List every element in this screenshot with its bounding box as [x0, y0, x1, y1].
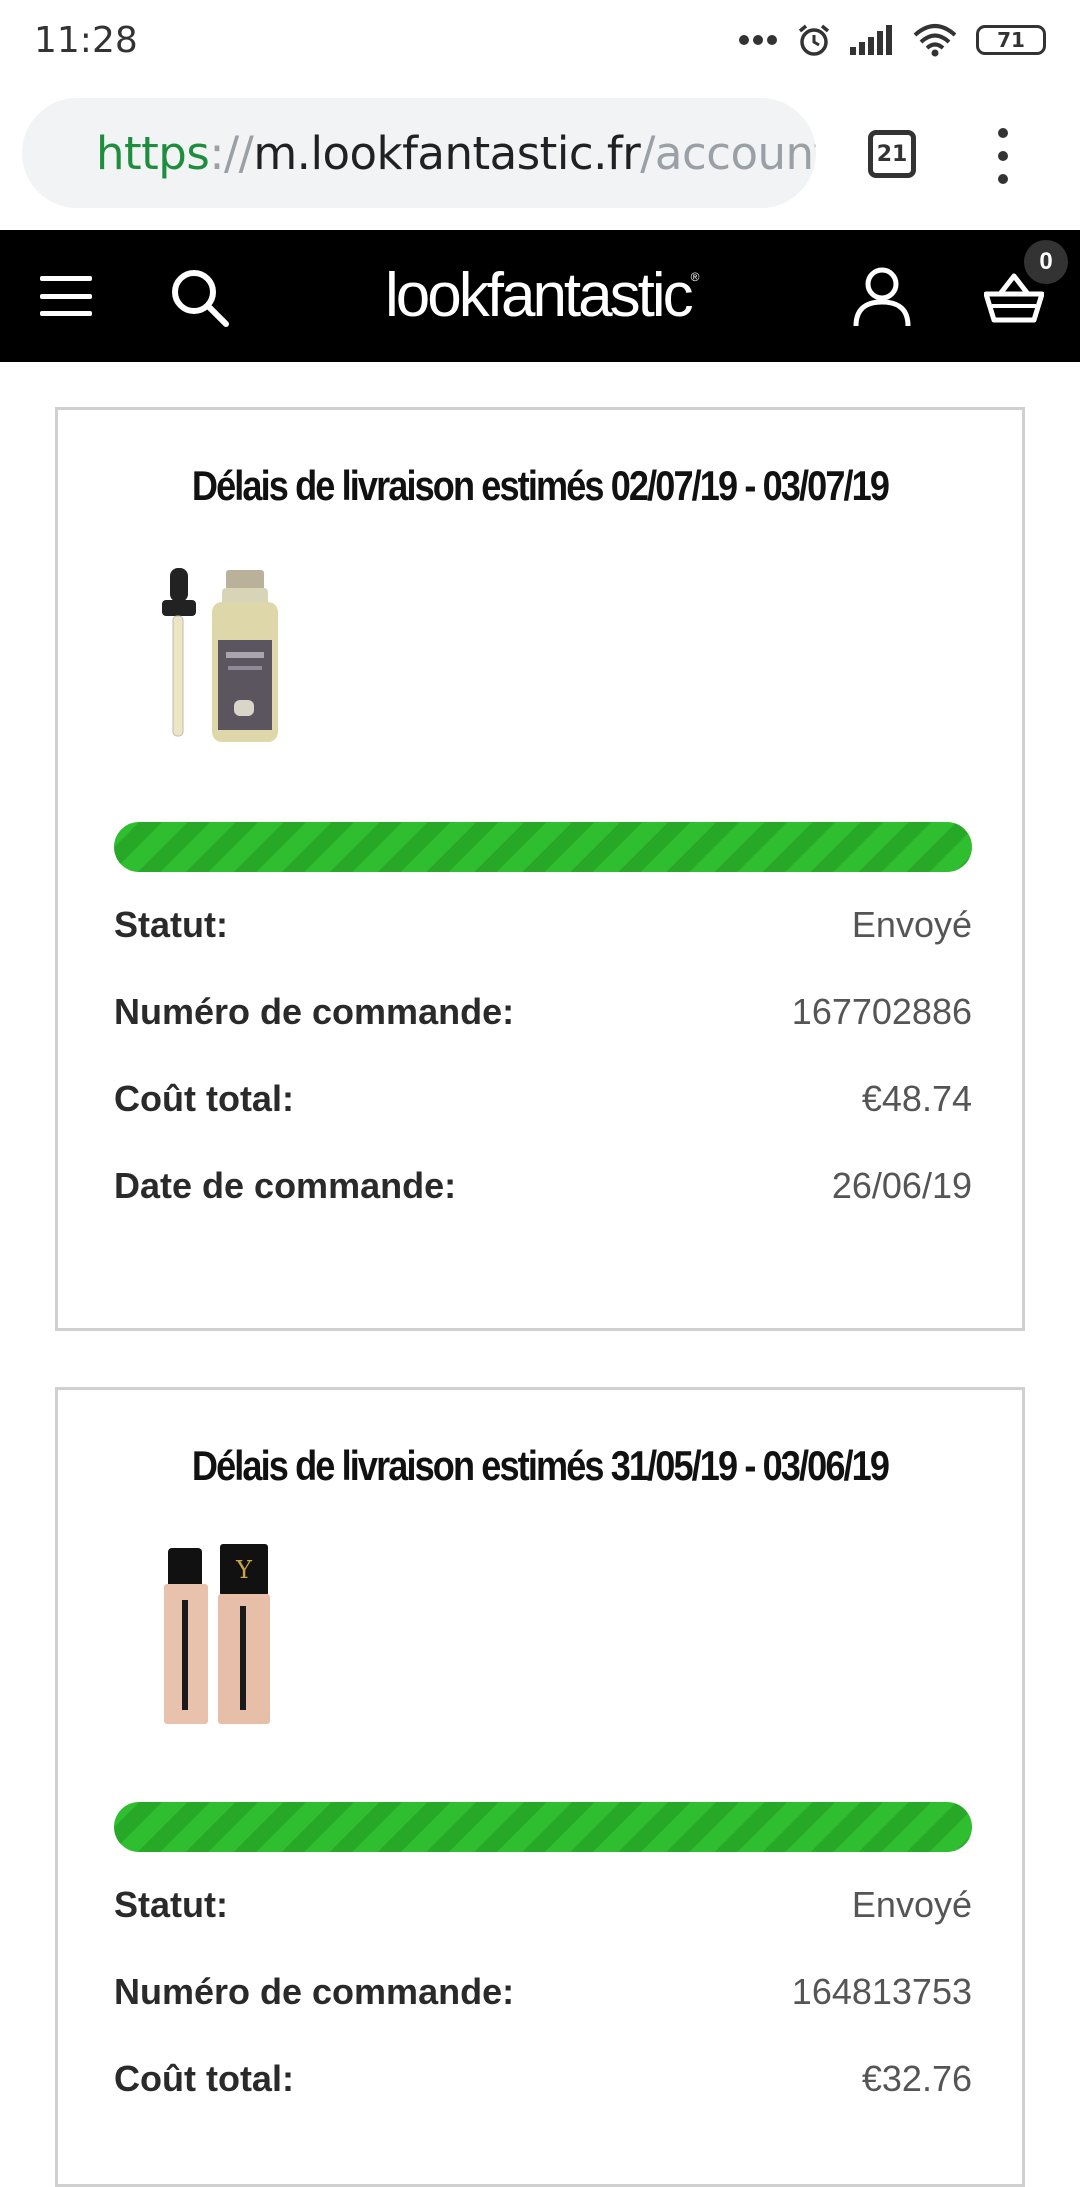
order-number-value: 164813753: [791, 1971, 972, 2012]
browser-menu-button[interactable]: [990, 128, 1016, 184]
order-date-value: 26/06/19: [831, 1165, 972, 1206]
order-number-label: Numéro de commande:: [114, 1971, 515, 2012]
url-text: https://m.lookfantastic.fr/account: [96, 127, 816, 180]
battery-level: 71: [997, 28, 1025, 52]
order-row-date: Date de commande: 26/06/19: [114, 1159, 972, 1213]
menu-icon[interactable]: [40, 276, 92, 316]
order-number-label: Numéro de commande:: [114, 991, 515, 1032]
order-row-number: Numéro de commande: 167702886: [114, 985, 972, 1039]
url-scheme: https: [96, 126, 210, 180]
tab-switcher-button[interactable]: 21: [868, 130, 916, 178]
alarm-icon: [798, 24, 830, 56]
order-row-status: Statut: Envoyé: [114, 898, 972, 952]
product-image-foundation-bottles[interactable]: Y: [148, 1540, 298, 1730]
url-host: m.lookfantastic.fr: [253, 126, 641, 180]
order-row-number: Numéro de commande: 164813753: [114, 1965, 972, 2019]
status-value: Envoyé: [851, 1884, 972, 1925]
search-icon[interactable]: [168, 266, 232, 330]
order-row-status: Statut: Envoyé: [114, 1878, 972, 1932]
status-label: Statut:: [114, 1884, 228, 1925]
delivery-estimate-title: Délais de livraison estimés 31/05/19 - 0…: [191, 1442, 890, 1489]
status-icons: 71: [738, 22, 1046, 58]
registered-mark: ®: [690, 270, 700, 284]
basket-count-badge: 0: [1024, 240, 1068, 284]
total-cost-label: Coût total:: [114, 2058, 294, 2099]
kebab-dot: [998, 174, 1008, 184]
svg-text:Y: Y: [235, 1556, 253, 1584]
order-card: Délais de livraison estimés 31/05/19 - 0…: [55, 1387, 1025, 2187]
status-bar: 11:28 71: [0, 0, 1080, 80]
kebab-dot: [998, 151, 1008, 161]
order-date-label: Date de commande:: [114, 1165, 457, 1206]
order-number-value: 167702886: [791, 991, 972, 1032]
order-card: Délais de livraison estimés 02/07/19 - 0…: [55, 407, 1025, 1331]
site-logo[interactable]: lookfantastic®: [385, 260, 700, 331]
status-label: Statut:: [114, 904, 228, 945]
signal-icon: [850, 25, 892, 55]
status-time: 11:28: [34, 19, 138, 61]
site-header: lookfantastic® 0: [0, 230, 1080, 362]
delivery-estimate-title: Délais de livraison estimés 02/07/19 - 0…: [191, 462, 890, 509]
kebab-dot: [998, 128, 1008, 138]
tab-count: 21: [876, 141, 908, 167]
wifi-icon: [913, 24, 957, 57]
url-separator: ://: [209, 126, 254, 180]
status-value: Envoyé: [851, 904, 972, 945]
order-row-total: Coût total: €32.76: [114, 2052, 972, 2106]
battery-icon: 71: [976, 25, 1046, 55]
delivery-progress-bar: [114, 1802, 972, 1852]
logo-text: lookfantastic: [385, 261, 694, 330]
product-image-dropper-bottle[interactable]: [148, 560, 298, 750]
address-bar[interactable]: https://m.lookfantastic.fr/account: [22, 98, 816, 208]
basket-count: 0: [1039, 248, 1053, 275]
browser-toolbar: https://m.lookfantastic.fr/account 21: [0, 80, 1080, 230]
total-cost-label: Coût total:: [114, 1078, 294, 1119]
more-dots-icon: [739, 35, 777, 45]
total-cost-value: €32.76: [861, 2058, 972, 2099]
delivery-progress-bar: [114, 822, 972, 872]
total-cost-value: €48.74: [861, 1078, 972, 1119]
url-path: /account: [640, 126, 816, 180]
account-icon[interactable]: [852, 266, 912, 328]
order-row-total: Coût total: €48.74: [114, 1072, 972, 1126]
